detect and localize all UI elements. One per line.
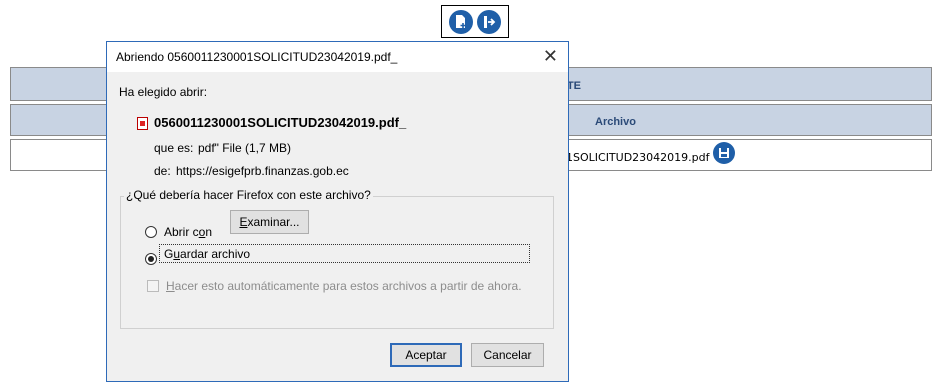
file-name-cell: 01SOLICITUD23042019.pdf bbox=[559, 151, 710, 164]
open-with-label[interactable]: Abrir con bbox=[164, 225, 212, 239]
save-file-radio[interactable] bbox=[145, 253, 157, 265]
download-icon[interactable] bbox=[713, 142, 735, 164]
close-icon[interactable]: ✕ bbox=[543, 46, 558, 67]
add-document-icon[interactable] bbox=[449, 9, 473, 34]
auto-action-checkbox[interactable] bbox=[147, 280, 159, 292]
dialog-titlebar[interactable]: Abriendo 0560011230001SOLICITUD23042019.… bbox=[107, 42, 568, 72]
pdf-file-icon bbox=[137, 117, 148, 130]
file-name: 0560011230001SOLICITUD23042019.pdf_ bbox=[154, 115, 407, 130]
intro-text: Ha elegido abrir: bbox=[119, 85, 208, 99]
browse-button[interactable]: Examinar... bbox=[230, 210, 309, 234]
column-header-archivo: Archivo bbox=[595, 116, 636, 128]
accept-button[interactable]: Aceptar bbox=[390, 343, 462, 367]
top-toolbar bbox=[441, 5, 509, 38]
dialog-title: Abriendo 0560011230001SOLICITUD23042019.… bbox=[116, 50, 398, 64]
open-file-dialog: Abriendo 0560011230001SOLICITUD23042019.… bbox=[106, 41, 569, 382]
from-value: https://esigefprb.finanzas.gob.ec bbox=[176, 164, 349, 178]
action-question: ¿Qué debería hacer Firefox con este arch… bbox=[124, 188, 373, 202]
type-label: que es: bbox=[154, 141, 194, 155]
exit-icon[interactable] bbox=[477, 9, 501, 34]
open-with-radio[interactable] bbox=[145, 226, 157, 238]
from-label: de: bbox=[154, 164, 171, 178]
auto-action-label: Hacer esto automáticamente para estos ar… bbox=[166, 279, 522, 293]
type-value: pdf" File (1,7 MB) bbox=[198, 141, 291, 155]
save-file-label[interactable]: Guardar archivo bbox=[164, 247, 250, 261]
cancel-button[interactable]: Cancelar bbox=[471, 343, 544, 367]
